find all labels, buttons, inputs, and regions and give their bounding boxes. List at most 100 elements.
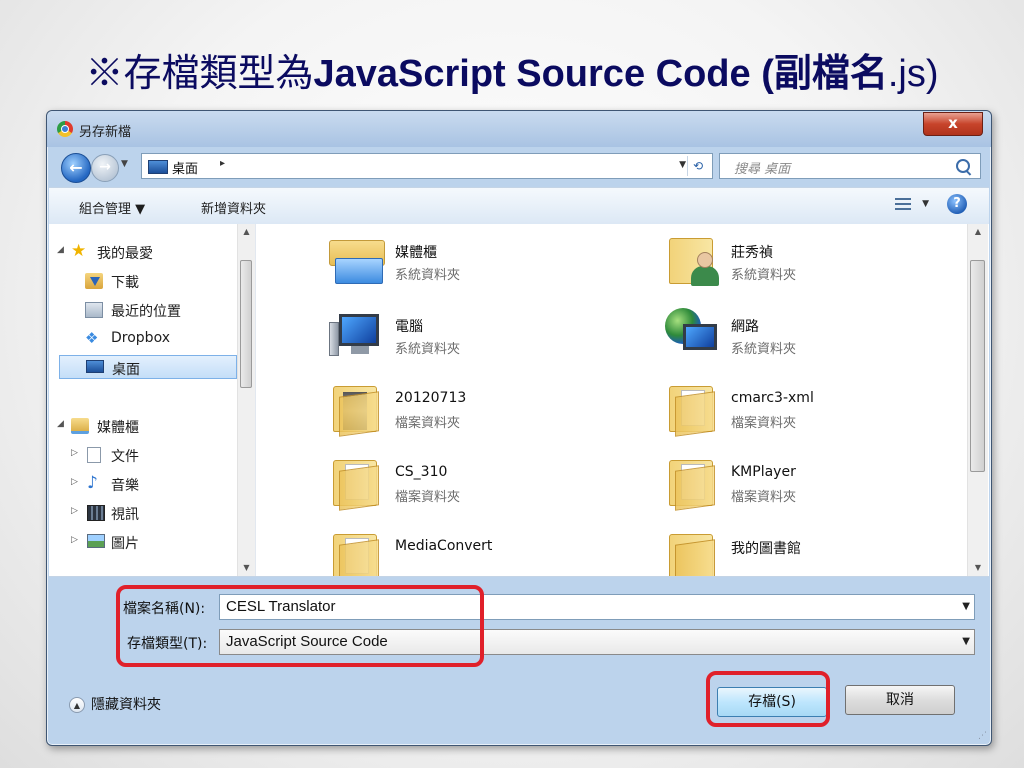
file-name: 莊秀禎 [731, 245, 773, 261]
close-button[interactable]: x [923, 112, 983, 136]
folder-icon [665, 382, 721, 437]
file-item[interactable]: KMPlayer 檔案資料夾 [633, 450, 963, 520]
nav-dropbox[interactable]: ❖ Dropbox [49, 327, 237, 351]
nav-scrollbar[interactable]: ▲ ▼ [237, 224, 255, 576]
address-bar[interactable]: 桌面 ▸ ▼ ⟲ [141, 153, 713, 179]
new-folder-button[interactable]: 新增資料夾 [201, 198, 266, 217]
dialog-title: 另存新檔 [79, 125, 132, 140]
file-name: 20120713 [395, 390, 467, 406]
chevron-down-icon[interactable]: ▼ [962, 636, 970, 647]
file-item[interactable]: 媒體櫃 系統資料夾 [297, 228, 627, 298]
library-icon [329, 234, 385, 288]
file-name: CS_310 [395, 464, 448, 480]
nav-label-favorites: 我的最愛 [97, 246, 153, 262]
file-type: 檔案資料夾 [731, 416, 797, 431]
address-location[interactable]: 桌面 [172, 158, 198, 177]
folder-icon [329, 530, 385, 576]
pictures-icon [87, 534, 105, 548]
hide-folders-label: 隱藏資料夾 [91, 697, 161, 713]
chevron-down-icon[interactable]: ▼ [962, 601, 970, 612]
file-scrollbar[interactable]: ▲ ▼ [967, 224, 988, 576]
forward-button[interactable]: → [91, 154, 119, 182]
scroll-down-icon[interactable]: ▼ [238, 560, 255, 576]
chevron-up-icon[interactable]: ▲ [69, 697, 85, 713]
search-icon[interactable] [956, 159, 970, 173]
expand-arrow-icon[interactable]: ▷ [71, 535, 78, 545]
nav-label-music: 音樂 [111, 478, 139, 494]
view-dropdown-icon[interactable]: ▼ [922, 199, 929, 209]
content-area: ◢ ★ 我的最愛 下載 最近的位置 ❖ Dropbox 桌面 ◢ 媒體櫃 ▷ 文… [49, 224, 989, 577]
nav-documents[interactable]: ▷ 文件 [49, 443, 237, 467]
slide-title: ※存檔類型為JavaScript Source Code (副檔名.js) [0, 42, 1024, 97]
title-bar[interactable]: 另存新檔 x [47, 111, 991, 147]
folder-icon [665, 530, 721, 576]
scroll-up-icon[interactable]: ▲ [238, 224, 255, 240]
dropbox-icon: ❖ [85, 329, 99, 347]
nav-label-libraries: 媒體櫃 [97, 420, 139, 436]
file-item[interactable]: 電腦 系統資料夾 [297, 302, 627, 372]
nav-pictures[interactable]: ▷ 圖片 [49, 530, 237, 554]
scroll-down-icon[interactable]: ▼ [968, 560, 988, 576]
nav-scroll-thumb[interactable] [240, 260, 252, 388]
file-item[interactable]: 20120713 檔案資料夾 [297, 376, 627, 446]
folder-icon [329, 382, 385, 437]
file-type: 系統資料夾 [731, 268, 797, 283]
nav-downloads[interactable]: 下載 [49, 269, 237, 293]
nav-music[interactable]: ▷ ♪ 音樂 [49, 472, 237, 496]
file-item[interactable]: 我的圖書館 [633, 524, 963, 576]
address-dropdown-icon[interactable]: ▼ [679, 160, 686, 170]
chrome-icon [57, 121, 73, 137]
refresh-icon[interactable]: ⟲ [687, 156, 708, 176]
file-scroll-thumb[interactable] [970, 260, 985, 472]
file-item[interactable]: 莊秀禎 系統資料夾 [633, 228, 963, 298]
nav-desktop[interactable]: 桌面 [59, 355, 237, 379]
videos-icon [87, 505, 105, 521]
star-icon: ★ [71, 241, 87, 261]
resize-grip-icon[interactable]: ⋰ [978, 731, 987, 741]
help-icon[interactable]: ? [947, 194, 967, 214]
nav-videos[interactable]: ▷ 視訊 [49, 501, 237, 525]
expand-arrow-icon[interactable]: ▷ [71, 477, 78, 487]
user-folder-icon [665, 234, 721, 288]
search-input[interactable]: 搜尋 桌面 [719, 153, 981, 179]
scroll-up-icon[interactable]: ▲ [968, 224, 988, 240]
libraries-icon [71, 418, 89, 434]
organize-button[interactable]: 組合管理 ▼ [79, 198, 145, 217]
cancel-button[interactable]: 取消 [845, 685, 955, 715]
expand-arrow-icon[interactable]: ▷ [71, 448, 78, 458]
folder-icon [665, 456, 721, 511]
file-item[interactable]: MediaConvert [297, 524, 627, 576]
file-item[interactable]: CS_310 檔案資料夾 [297, 450, 627, 520]
collapse-arrow-icon[interactable]: ◢ [57, 419, 64, 429]
file-name: 電腦 [395, 319, 423, 335]
nav-label-videos: 視訊 [111, 507, 139, 523]
music-icon: ♪ [87, 473, 98, 493]
expand-arrow-icon[interactable]: ▷ [71, 506, 78, 516]
nav-recent[interactable]: 最近的位置 [49, 298, 237, 322]
file-name: cmarc3-xml [731, 390, 814, 406]
file-type: 系統資料夾 [731, 342, 797, 357]
nav-libraries[interactable]: ◢ 媒體櫃 [49, 414, 237, 438]
nav-favorites[interactable]: ◢ ★ 我的最愛 [49, 240, 237, 264]
file-type: 檔案資料夾 [395, 490, 461, 505]
file-item[interactable]: cmarc3-xml 檔案資料夾 [633, 376, 963, 446]
file-name: 網路 [731, 319, 759, 335]
desktop-icon [86, 360, 104, 373]
view-options-icon[interactable] [895, 198, 911, 212]
breadcrumb-arrow-icon[interactable]: ▸ [220, 158, 225, 169]
hide-folders-toggle[interactable]: ▲ 隱藏資料夾 [69, 694, 161, 714]
navigation-pane: ◢ ★ 我的最愛 下載 最近的位置 ❖ Dropbox 桌面 ◢ 媒體櫃 ▷ 文… [49, 224, 256, 576]
nav-label-downloads: 下載 [111, 275, 139, 291]
file-name: 媒體櫃 [395, 245, 437, 261]
history-dropdown-icon[interactable]: ▼ [121, 159, 128, 169]
nav-label-recent: 最近的位置 [111, 304, 181, 320]
back-button[interactable]: ← [61, 153, 91, 183]
documents-icon [87, 447, 101, 463]
file-item[interactable]: 網路 系統資料夾 [633, 302, 963, 372]
collapse-arrow-icon[interactable]: ◢ [57, 245, 64, 255]
nav-label-dropbox: Dropbox [111, 330, 170, 346]
folder-icon [329, 456, 385, 511]
file-list: 媒體櫃 系統資料夾 莊秀禎 系統資料夾 電腦 系統資料夾 網路 系統資料夾 20… [257, 224, 967, 576]
recent-places-icon [85, 302, 103, 318]
highlight-filename-filetype [116, 585, 484, 667]
